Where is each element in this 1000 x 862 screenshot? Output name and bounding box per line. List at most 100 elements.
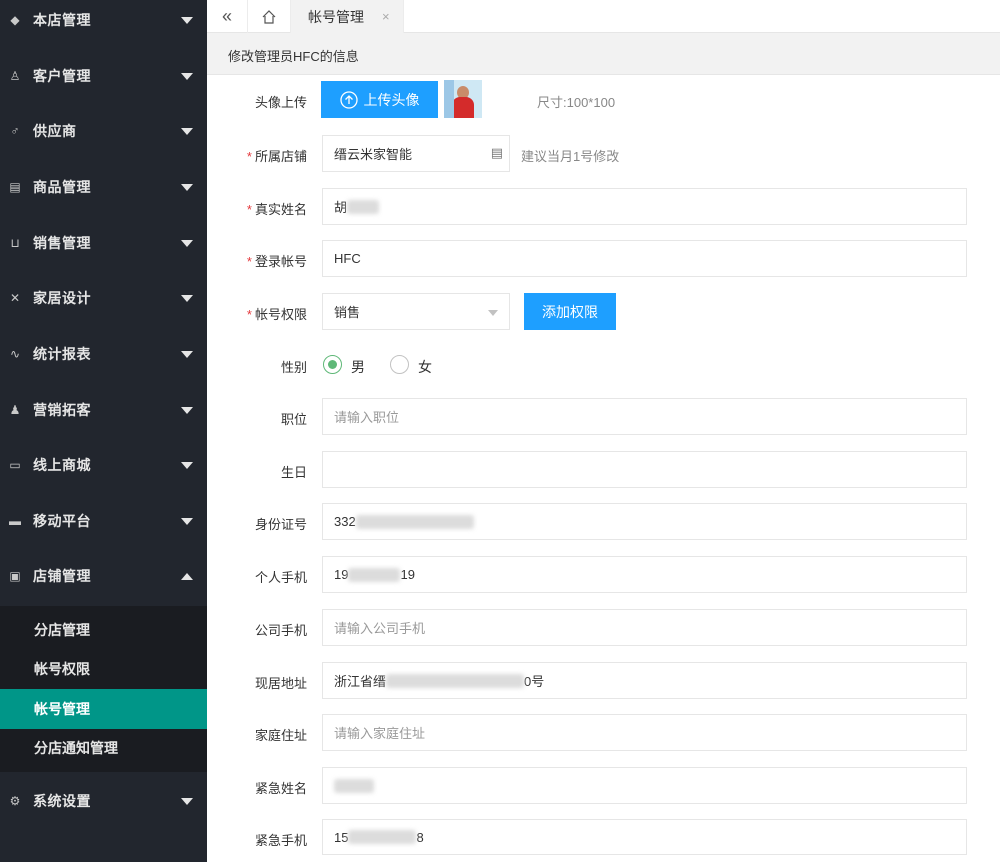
home-address-placeholder: 请输入家庭住址 [334, 726, 426, 741]
home-icon [262, 9, 276, 24]
submenu-item-permissions[interactable]: 帐号权限 [0, 649, 207, 689]
submenu-item-branches[interactable]: 分店管理 [0, 610, 207, 650]
home-address-input[interactable]: 请输入家庭住址 [322, 714, 967, 751]
mobile-suffix: 19 [400, 567, 415, 582]
store-field[interactable]: 缙云米家智能 ▤ [322, 135, 510, 172]
document-icon: ▤ [9, 180, 21, 194]
submenu-item-label: 分店通知管理 [34, 740, 118, 756]
position-label: 职位 [280, 412, 307, 427]
submenu-item-accounts[interactable]: 帐号管理 [0, 689, 207, 729]
pulse-icon: ∿ [9, 347, 21, 361]
emergency-mobile-prefix: 15 [334, 829, 349, 845]
submenu-item-notifications[interactable]: 分店通知管理 [0, 728, 207, 768]
sidebar: ◆ 本店管理 ♙ 客户管理 ♂ 供应商 ▤ 商品管理 ⊔ 销售管理 ✕ 家居设计 [0, 0, 207, 862]
idcard-value: 332 [334, 514, 356, 529]
login-field[interactable]: HFC [322, 240, 967, 277]
tools-icon: ✕ [9, 291, 21, 305]
sidebar-item-label: 家居设计 [33, 290, 91, 306]
chevron-down-icon [181, 72, 193, 80]
mobile-label: 个人手机 [254, 570, 307, 585]
tab-account-management[interactable]: 帐号管理 × [291, 0, 404, 33]
gender-male-radio[interactable] [323, 355, 342, 374]
blurred-text [334, 778, 374, 793]
emergency-mobile-label: 紧急手机 [254, 833, 307, 848]
user-icon: ♙ [9, 69, 21, 83]
birthday-input[interactable] [322, 451, 967, 488]
screen-icon: ▬ [9, 514, 21, 528]
gender-male-label: 男 [351, 359, 365, 375]
page-title: 修改管理员HFC的信息 [228, 49, 359, 64]
permission-value: 销售 [334, 305, 361, 320]
chevron-down-icon [181, 183, 193, 191]
upload-avatar-button[interactable]: 上传头像 [321, 81, 438, 118]
login-label: * 登录帐号 [246, 254, 307, 269]
sidebar-item-label: 供应商 [33, 123, 77, 139]
store-label: * 所属店铺 [246, 149, 307, 164]
sidebar-item-shop-management[interactable]: ▣ 店铺管理 [0, 552, 207, 600]
position-input[interactable]: 请输入职位 [322, 398, 967, 435]
sidebar-item-products[interactable]: ▤ 商品管理 [0, 163, 207, 211]
blurred-text [386, 673, 525, 688]
gender-female-radio[interactable] [390, 355, 409, 374]
address-input[interactable]: 浙江省缙 0号 [322, 662, 967, 699]
mobile-input[interactable]: 19 19 [322, 556, 967, 593]
realname-value: 胡 [334, 200, 348, 215]
tab-bar: « 帐号管理 × [207, 0, 1000, 33]
cart-icon: ⊔ [10, 236, 20, 250]
idcard-input[interactable]: 332 [322, 503, 967, 540]
sidebar-item-mobile[interactable]: ▬ 移动平台 [0, 497, 207, 545]
store-value: 缙云米家智能 [334, 147, 413, 162]
sidebar-item-label: 客户管理 [33, 68, 91, 84]
position-placeholder: 请输入职位 [334, 410, 400, 425]
chevron-down-icon [181, 16, 193, 24]
chevron-down-icon [181, 797, 193, 805]
sidebar-item-settings[interactable]: ⚙ 系统设置 [0, 777, 207, 825]
tab-label: 帐号管理 [308, 8, 364, 25]
store-hint: 建议当月1号修改 [521, 149, 620, 164]
emergency-mobile-input[interactable]: 15 8 [322, 819, 967, 855]
upload-avatar-label: 上传头像 [363, 91, 420, 108]
sidebar-item-suppliers[interactable]: ♂ 供应商 [0, 107, 207, 155]
sidebar-item-design[interactable]: ✕ 家居设计 [0, 274, 207, 322]
collapse-sidebar-icon[interactable]: « [207, 0, 247, 33]
sidebar-item-marketing[interactable]: ♟ 营销拓客 [0, 386, 207, 434]
blurred-text [347, 199, 380, 214]
app-root: ◆ 本店管理 ♙ 客户管理 ♂ 供应商 ▤ 商品管理 ⊔ 销售管理 ✕ 家居设计 [0, 0, 1000, 862]
sidebar-item-label: 店铺管理 [33, 568, 91, 584]
gender-label: 性别 [280, 360, 307, 375]
blurred-text [348, 567, 401, 582]
sidebar-item-store[interactable]: ◆ 本店管理 [0, 0, 207, 44]
sidebar-item-reports[interactable]: ∿ 统计报表 [0, 330, 207, 378]
permission-select[interactable]: 销售 [322, 293, 510, 330]
clipboard-icon[interactable]: ▤ [491, 145, 503, 161]
add-permission-button[interactable]: 添加权限 [524, 293, 616, 330]
birthday-label: 生日 [280, 465, 307, 480]
mobile-prefix: 19 [334, 567, 349, 582]
emergency-name-input[interactable] [322, 767, 967, 804]
address-suffix: 0号 [524, 674, 545, 689]
window-icon: ▭ [9, 458, 21, 472]
sidebar-item-label: 线上商城 [33, 457, 91, 473]
sidebar-item-label: 销售管理 [33, 235, 91, 251]
shop-submenu: 分店管理 帐号权限 帐号管理 分店通知管理 [0, 606, 207, 772]
company-mobile-label: 公司手机 [254, 623, 307, 638]
chevron-down-icon [181, 239, 193, 247]
sidebar-item-customers[interactable]: ♙ 客户管理 [0, 52, 207, 100]
sidebar-item-online-mall[interactable]: ▭ 线上商城 [0, 441, 207, 489]
tab-home[interactable] [247, 0, 291, 33]
realname-field[interactable]: 胡 [322, 188, 967, 225]
close-icon[interactable]: × [382, 9, 390, 24]
blurred-text [355, 514, 474, 529]
company-mobile-input[interactable]: 请输入公司手机 [322, 609, 967, 646]
sidebar-item-label: 本店管理 [33, 12, 91, 28]
permission-label: * 帐号权限 [246, 307, 307, 322]
avatar-label: 头像上传 [254, 95, 307, 110]
address-prefix: 浙江省缙 [334, 674, 387, 689]
sidebar-item-label: 系统设置 [33, 793, 91, 809]
blurred-text [348, 830, 417, 844]
address-label: 现居地址 [254, 676, 307, 691]
realname-label: * 真实姓名 [246, 202, 307, 217]
gear-icon: ⚙ [9, 794, 21, 808]
idcard-label: 身份证号 [254, 517, 307, 532]
sidebar-item-sales[interactable]: ⊔ 销售管理 [0, 219, 207, 267]
